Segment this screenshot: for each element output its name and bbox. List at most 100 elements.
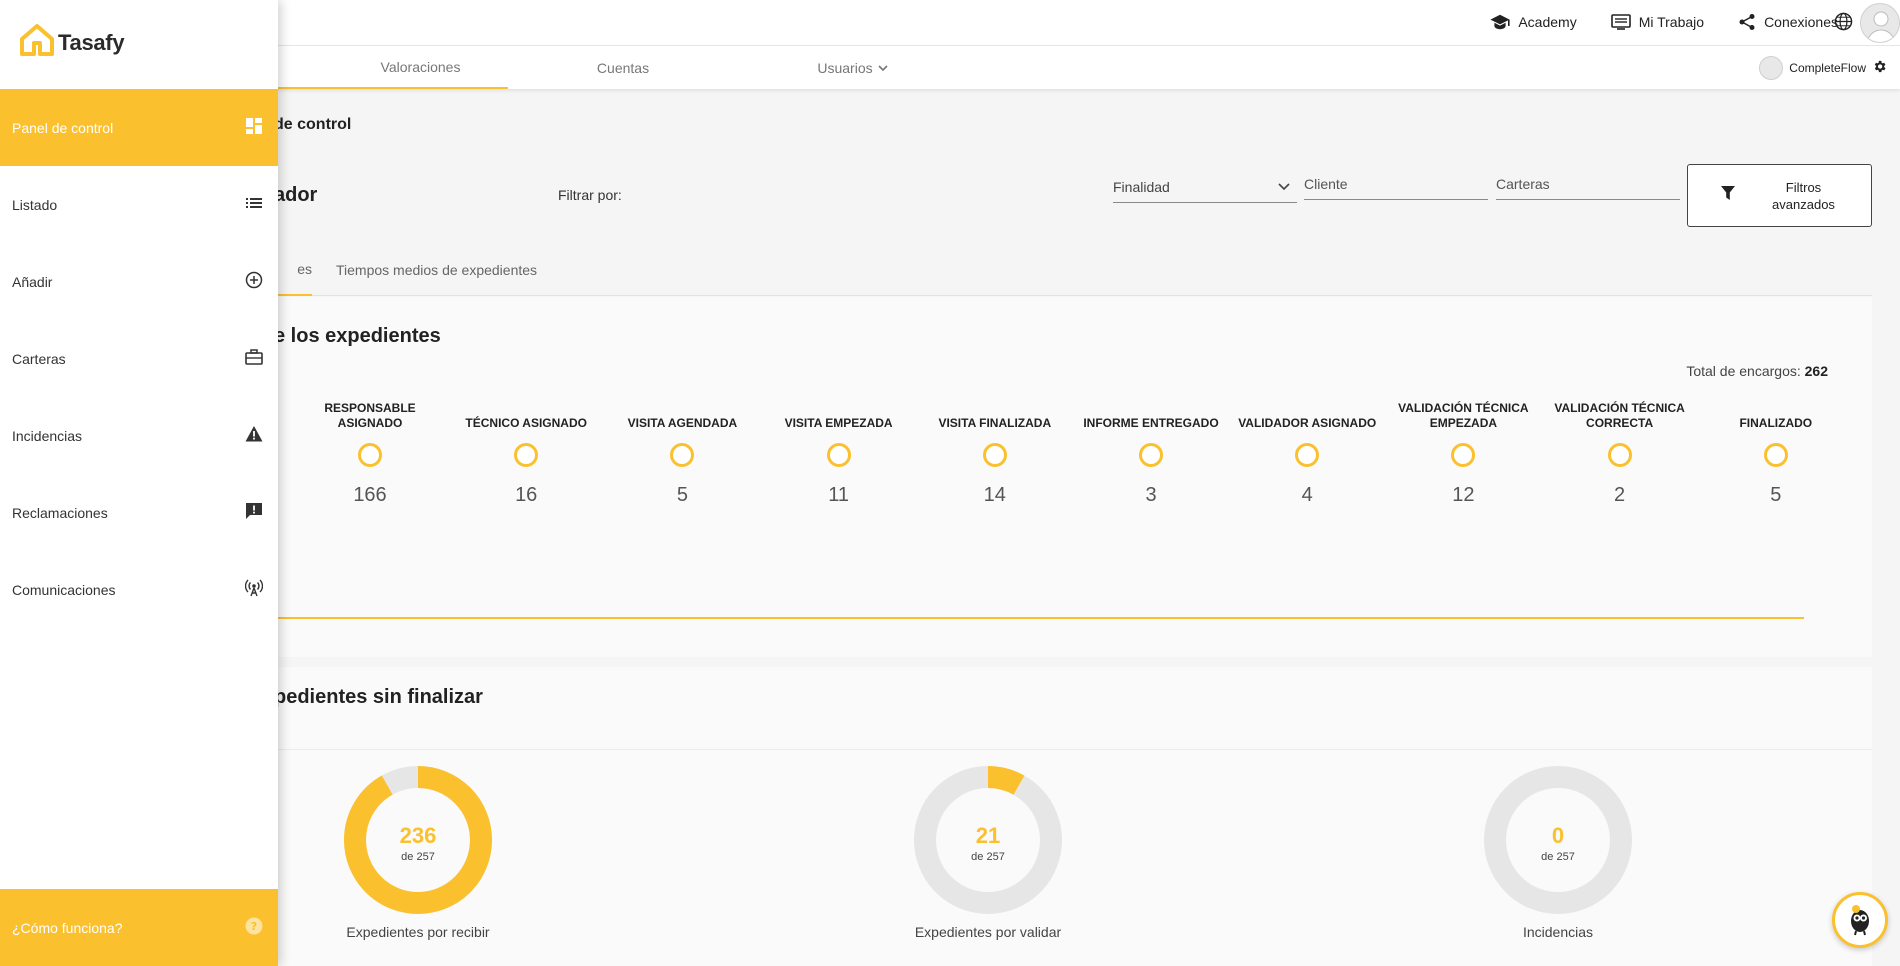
sidebar-item-listado[interactable]: Listado: [0, 166, 278, 243]
monitor-list-icon: [1610, 14, 1631, 30]
step-label: TÉCNICO ASIGNADO: [465, 416, 587, 430]
unfinished-card-title: pedientes sin finalizar: [274, 686, 483, 708]
tab-tiempos-medios[interactable]: Tiempos medios de expedientes: [336, 244, 537, 296]
main-nav: Valoraciones Cuentas Usuarios CompleteFl…: [0, 46, 1900, 89]
tab-estados-label: es: [297, 261, 312, 277]
chevron-down-icon: [1277, 179, 1291, 195]
sidebar-item-carteras[interactable]: Carteras: [0, 320, 278, 397]
academy-link[interactable]: Academy: [1490, 14, 1577, 30]
step-marker[interactable]: [1139, 443, 1163, 467]
advanced-filters-button[interactable]: Filtros avanzados: [1687, 164, 1872, 227]
step-count: 2: [1614, 484, 1626, 506]
donut-chart: 236 de 257 Expedientes por recibir: [343, 765, 493, 940]
logo[interactable]: Tasafy: [20, 24, 125, 61]
sidebar-item-label: Añadir: [12, 273, 53, 290]
cliente-input[interactable]: [1304, 175, 1488, 192]
tab-valoraciones-label: Valoraciones: [380, 58, 461, 75]
page-title: ador: [274, 184, 318, 206]
step-label-wrap: VISITA FINALIZADA: [920, 378, 1070, 431]
sidebar-item-reclamaciones[interactable]: Reclamaciones: [0, 474, 278, 551]
sidebar-item-label: Carteras: [12, 350, 66, 367]
step-label-wrap: FINALIZADO: [1701, 378, 1851, 431]
help-item[interactable]: ¿Cómo funciona? ?: [0, 889, 278, 966]
step-marker[interactable]: [670, 443, 695, 467]
chat-assistant-button[interactable]: [1832, 892, 1888, 948]
step-marker[interactable]: [1295, 443, 1320, 467]
sidebar-item-anadir[interactable]: Añadir: [0, 243, 278, 320]
warning-icon: [245, 425, 263, 446]
step-marker[interactable]: [982, 443, 1007, 467]
sidebar-item-label: Listado: [12, 196, 58, 213]
robot-icon: [1842, 900, 1878, 941]
main-content: de control ador Filtrar por: Finalidad F…: [0, 89, 1900, 966]
finalidad-value: Finalidad: [1113, 178, 1170, 195]
antenna-icon: [244, 579, 264, 600]
sub-tabs: es Tiempos medios de expedientes: [274, 244, 1872, 296]
conexiones-link[interactable]: Conexiones: [1738, 13, 1838, 31]
avatar[interactable]: [1860, 3, 1900, 43]
carteras-input[interactable]: [1496, 175, 1680, 192]
step-label: FINALIZADO: [1739, 416, 1813, 430]
step-count: 4: [1301, 484, 1313, 506]
finalidad-select[interactable]: Finalidad: [1113, 171, 1297, 203]
step-marker[interactable]: [1451, 443, 1476, 467]
donut-total: de 257: [401, 851, 435, 863]
globe-icon[interactable]: [1834, 12, 1853, 36]
gear-icon[interactable]: [1872, 59, 1887, 77]
chevron-down-icon: [877, 60, 889, 76]
donut-total: de 257: [1541, 851, 1575, 863]
sidebar-item-label: Panel de control: [12, 119, 114, 136]
tab-cuentas[interactable]: Cuentas: [508, 46, 738, 89]
step-marker[interactable]: [358, 443, 382, 467]
add-circle-icon: [245, 271, 263, 292]
step-label: RESPONSABLE ASIGNADO: [324, 401, 416, 430]
user-avatar: [1759, 56, 1784, 80]
step-marker[interactable]: [826, 443, 851, 467]
help-icon: ?: [245, 917, 263, 938]
tab-estados[interactable]: es: [274, 244, 312, 296]
tab-usuarios[interactable]: Usuarios: [738, 46, 968, 89]
donut-total: de 257: [971, 851, 1005, 863]
donut-value: 0: [1551, 823, 1565, 848]
step-count: 12: [1452, 484, 1475, 506]
help-label: ¿Cómo funciona?: [12, 919, 123, 936]
sidebar-item-incidencias[interactable]: Incidencias: [0, 397, 278, 474]
step-label-wrap: VALIDACIÓN TÉCNICA EMPEZADA: [1388, 378, 1538, 431]
academy-label: Academy: [1518, 14, 1577, 30]
carteras-field[interactable]: [1496, 168, 1680, 200]
status-card: e los expedientes Total de encargos: 262…: [274, 297, 1872, 657]
step-marker[interactable]: [1607, 443, 1632, 467]
mi-trabajo-link[interactable]: Mi Trabajo: [1610, 14, 1704, 30]
step-label-wrap: INFORME ENTREGADO: [1076, 378, 1226, 431]
donut-value: 21: [975, 823, 1001, 848]
step-count: 166: [353, 484, 387, 506]
step-label: VALIDACIÓN TÉCNICA EMPEZADA: [1398, 401, 1529, 430]
logo-text: Tasafy: [58, 29, 125, 55]
feedback-icon: [245, 502, 263, 523]
svg-text:?: ?: [251, 920, 257, 933]
sidebar: Tasafy Panel de control Listado Añadir Cart…: [0, 0, 278, 966]
sidebar-item-panel-de-control[interactable]: Panel de control: [0, 89, 278, 166]
user-name: CompleteFlow: [1789, 61, 1866, 75]
tab-tiempos-medios-label: Tiempos medios de expedientes: [336, 262, 538, 278]
step-label-wrap: VISITA EMPEZADA: [764, 378, 914, 431]
share-icon: [1738, 13, 1756, 31]
step-marker[interactable]: [514, 443, 539, 467]
cliente-field[interactable]: [1304, 168, 1488, 200]
total-encargos: Total de encargos: 262: [1686, 363, 1828, 379]
sidebar-item-comunicaciones[interactable]: Comunicaciones: [0, 551, 278, 628]
step-label-wrap: VISITA AGENDADA: [607, 378, 757, 431]
user-chip[interactable]: CompleteFlow: [1759, 56, 1887, 80]
timeline-line: [274, 617, 1804, 619]
tab-valoraciones[interactable]: Valoraciones: [278, 46, 508, 89]
briefcase-icon: [245, 348, 263, 369]
sidebar-item-label: Reclamaciones: [12, 504, 108, 521]
step-count: 14: [983, 484, 1006, 506]
step-label-wrap: VALIDADOR ASIGNADO: [1232, 378, 1382, 431]
step-marker[interactable]: [1763, 443, 1788, 467]
step-label: VISITA EMPEZADA: [784, 416, 893, 430]
donut-caption: Incidencias: [1522, 924, 1594, 940]
step-label: INFORME ENTREGADO: [1083, 416, 1219, 430]
list-icon: [245, 194, 263, 215]
unfinished-card-header: pedientes sin finalizar: [274, 667, 1872, 750]
